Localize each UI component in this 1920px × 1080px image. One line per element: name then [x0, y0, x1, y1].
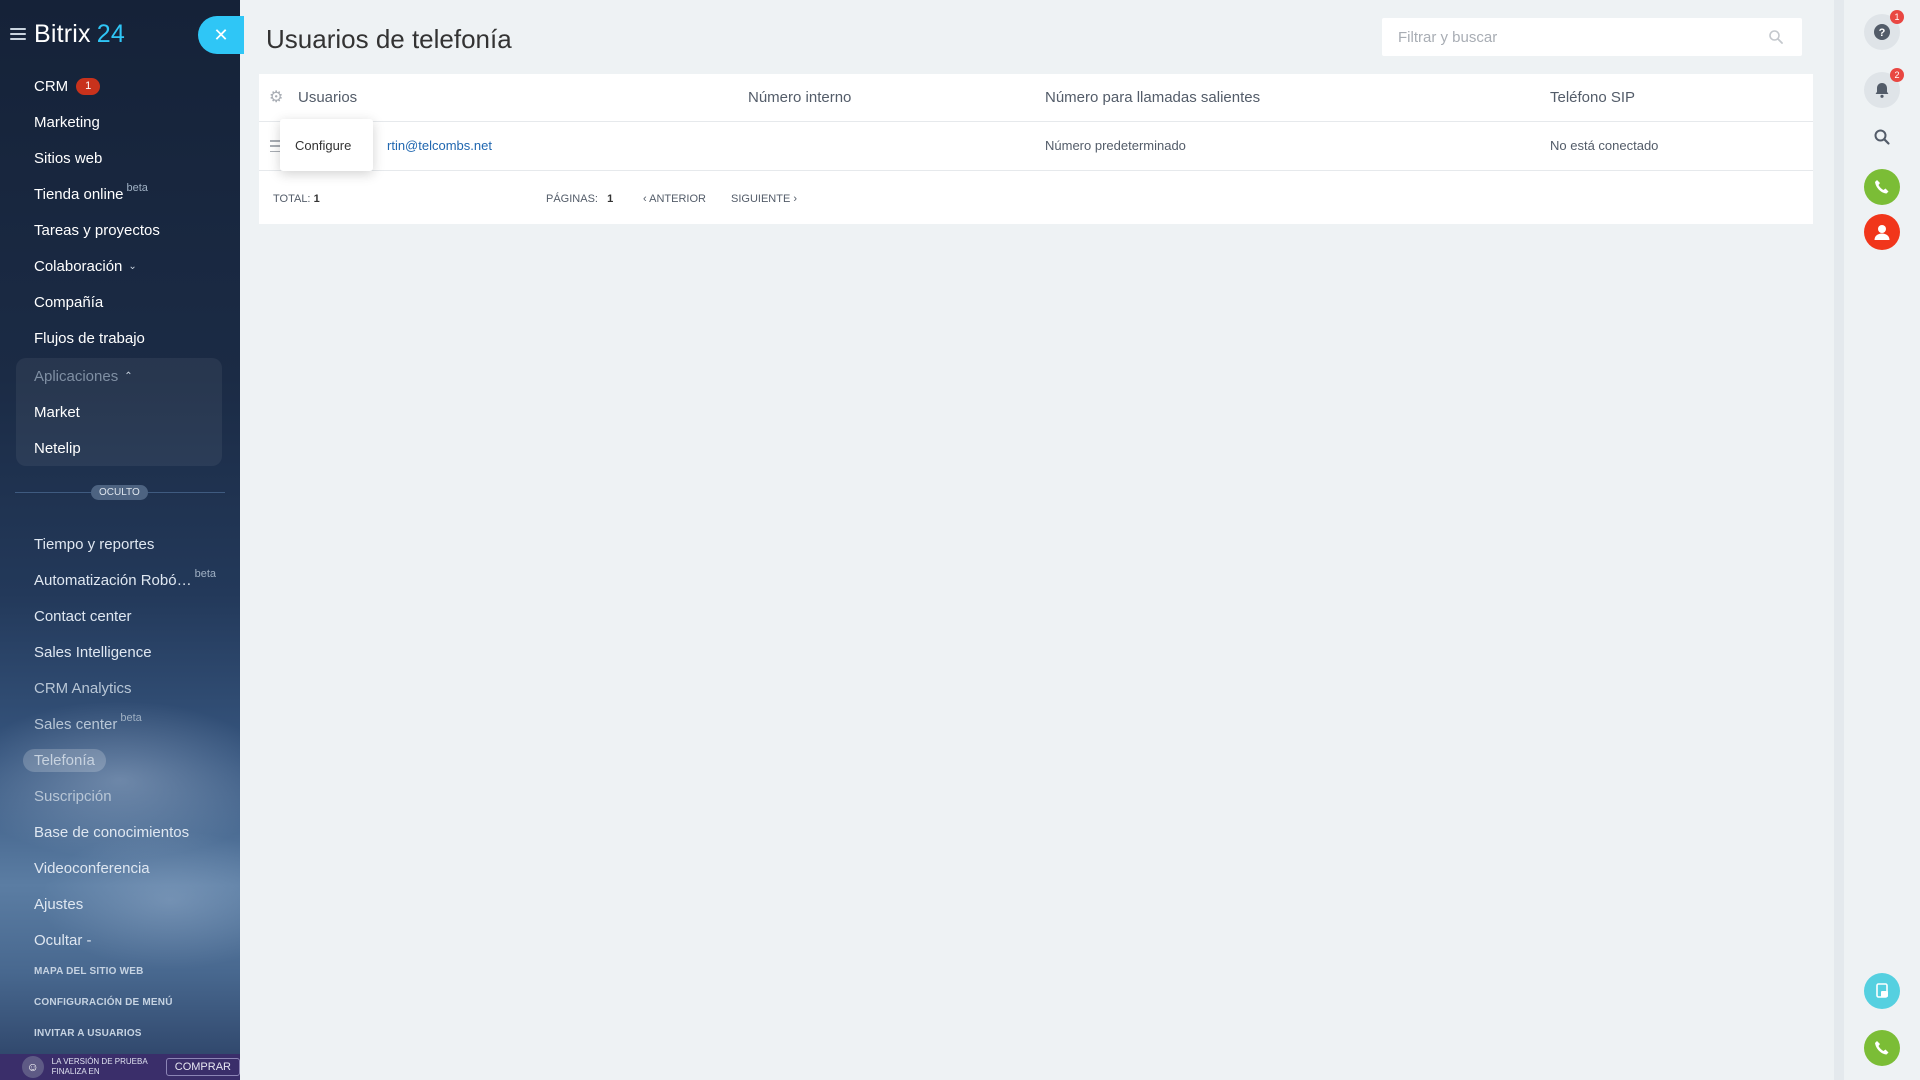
sidebar-item-sitios-web[interactable]: Sitios web	[0, 140, 240, 176]
crm-badge: 1	[76, 77, 101, 95]
sidebar-item-colaboracion[interactable]: Colaboración ⌄	[0, 248, 240, 284]
help-button[interactable]: ? 1	[1864, 10, 1904, 50]
notifications-button[interactable]: 2	[1864, 68, 1904, 108]
sidebar-item-tienda-online[interactable]: Tienda online beta	[0, 176, 240, 212]
notifications-badge: 2	[1890, 68, 1904, 82]
user-link[interactable]: rtin@telcombs.net	[387, 138, 492, 153]
sidebar-item-sales-center[interactable]: Sales center beta	[0, 706, 240, 742]
sidebar-item-tareas[interactable]: Tareas y proyectos	[0, 212, 240, 248]
bell-icon	[1875, 83, 1889, 98]
page-title: Usuarios de telefonía	[266, 24, 512, 54]
sidebar-item-compania[interactable]: Compañía	[0, 284, 240, 320]
next-page-button[interactable]: SIGUIENTE ›	[731, 193, 797, 205]
close-slider-button[interactable]: ✕	[198, 16, 244, 54]
sitemap-link[interactable]: MAPA DEL SITIO WEB	[34, 966, 173, 997]
menu-icon[interactable]	[10, 28, 26, 40]
menu-config-link[interactable]: CONFIGURACIÓN DE MENÚ	[34, 997, 173, 1028]
prev-page-button[interactable]: ‹ ANTERIOR	[643, 193, 706, 205]
sidebar-item-ocultar[interactable]: Ocultar -	[0, 922, 240, 958]
chevron-right-icon: ›	[793, 193, 798, 205]
left-sidebar: Bitrix 24 CRM 1 Marketing Sitios web Tiend…	[0, 0, 240, 1080]
chevron-left-icon: ‹	[643, 193, 647, 205]
hidden-label: OCULTO	[91, 485, 148, 500]
sidebar-item-base-conocimientos[interactable]: Base de conocimientos	[0, 814, 240, 850]
sidebar-item-crm-analytics[interactable]: CRM Analytics	[0, 670, 240, 706]
sidebar-item-automatizacion[interactable]: Automatización Robó… beta	[0, 562, 240, 598]
grid-header: ⚙ Usuarios Número interno Número para ll…	[259, 74, 1813, 122]
right-rail: ? 1 2	[1834, 0, 1920, 1080]
gear-icon[interactable]: ⚙	[269, 90, 285, 106]
sidebar-item-netelip[interactable]: Netelip	[16, 430, 222, 466]
apps-group: Aplicaciones ⌃ Market Netelip	[16, 358, 222, 466]
configure-menu-item[interactable]: Configure	[295, 138, 351, 153]
row-context-menu: Configure	[280, 119, 373, 171]
hidden-separator: OCULTO	[0, 470, 240, 514]
sidebar-item-market[interactable]: Market	[16, 394, 222, 430]
grid-footer: TOTAL: 1 PÁGINAS: 1 ‹ ANTERIOR SIGUIENTE…	[259, 172, 1813, 224]
col-usuarios[interactable]: Usuarios	[298, 89, 357, 106]
pages: PÁGINAS: 1	[546, 193, 614, 205]
users-grid: ⚙ Usuarios Número interno Número para ll…	[259, 74, 1813, 224]
search-icon[interactable]	[1768, 29, 1784, 45]
search-icon	[1874, 129, 1890, 145]
total-count: TOTAL: 1	[273, 193, 320, 205]
search-box[interactable]	[1382, 18, 1802, 56]
sidebar-item-contact-center[interactable]: Contact center	[0, 598, 240, 634]
sidebar-item-marketing[interactable]: Marketing	[0, 104, 240, 140]
page-1[interactable]: 1	[607, 193, 613, 205]
trial-banner: ☺ LA VERSIÓN DE PRUEBA FINALIZA EN COMPR…	[0, 1054, 240, 1080]
search-button[interactable]	[1864, 119, 1900, 155]
buy-button[interactable]: COMPRAR	[165, 1058, 240, 1076]
sidebar-menu: CRM 1 Marketing Sitios web Tienda online b…	[0, 68, 240, 958]
phone-handset-icon	[1875, 1041, 1889, 1055]
sidebar-item-telefonia[interactable]: Telefonía	[0, 742, 240, 778]
chevron-up-icon: ⌃	[124, 370, 133, 382]
chat-button[interactable]	[1864, 973, 1900, 1009]
sidebar-item-crm[interactable]: CRM 1	[0, 68, 240, 104]
sidebar-item-tiempo[interactable]: Tiempo y reportes	[0, 526, 240, 562]
close-icon: ✕	[213, 24, 229, 45]
svg-text:?: ?	[1879, 27, 1886, 39]
sip-status: No está conectado	[1550, 138, 1659, 153]
trial-text: LA VERSIÓN DE PRUEBA FINALIZA EN	[51, 1057, 148, 1076]
logo[interactable]: Bitrix 24	[34, 20, 125, 49]
col-numero-interno[interactable]: Número interno	[748, 89, 851, 106]
help-icon: ?	[1874, 24, 1890, 40]
outgoing-number: Número predeterminado	[1045, 138, 1186, 153]
phone-icon	[1875, 180, 1889, 194]
search-input[interactable]	[1382, 28, 1752, 46]
main-content: Usuarios de telefonía ⚙ Usuarios Número …	[240, 0, 1834, 1080]
trial-icon: ☺	[22, 1056, 44, 1078]
user-avatar-button[interactable]	[1864, 214, 1900, 250]
call-button[interactable]	[1864, 169, 1900, 205]
col-numero-salientes[interactable]: Número para llamadas salientes	[1045, 89, 1260, 106]
sidebar-item-aplicaciones[interactable]: Aplicaciones ⌃	[16, 358, 222, 394]
sidebar-item-suscripcion[interactable]: Suscripción	[0, 778, 240, 814]
avatar-icon	[1874, 225, 1890, 240]
sidebar-bottom-links: MAPA DEL SITIO WEB CONFIGURACIÓN DE MENÚ…	[34, 966, 173, 1059]
help-badge: 1	[1890, 10, 1904, 24]
logo-row: Bitrix 24	[10, 14, 125, 54]
sidebar-item-sales-intelligence[interactable]: Sales Intelligence	[0, 634, 240, 670]
sidebar-item-videoconferencia[interactable]: Videoconferencia	[0, 850, 240, 886]
table-row: rtin@telcombs.net Número predeterminado …	[259, 123, 1813, 171]
chevron-down-icon: ⌄	[128, 260, 137, 272]
col-telefono-sip[interactable]: Teléfono SIP	[1550, 89, 1635, 106]
phone-dialer-button[interactable]	[1864, 1030, 1900, 1066]
sidebar-item-ajustes[interactable]: Ajustes	[0, 886, 240, 922]
document-icon	[1876, 983, 1888, 998]
sidebar-item-flujos[interactable]: Flujos de trabajo	[0, 320, 240, 356]
